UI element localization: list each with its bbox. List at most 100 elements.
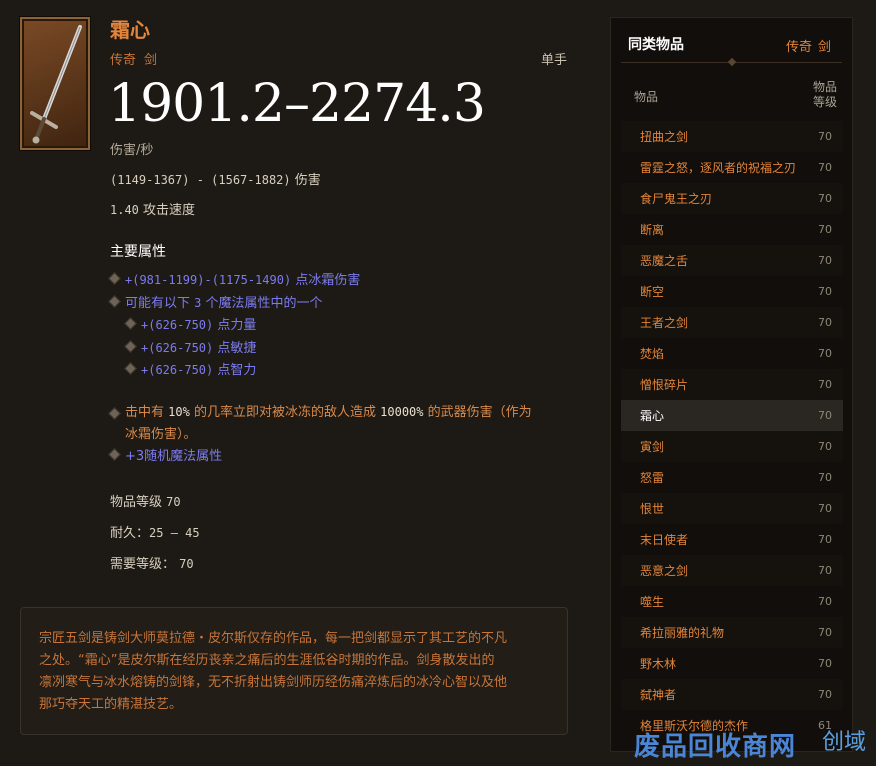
- proc-damage: 10000%: [380, 405, 424, 419]
- dps-value: 1901.2–2274.3: [108, 74, 486, 134]
- list-item-level: 70: [818, 347, 832, 360]
- required-level-value: 70: [179, 557, 194, 571]
- list-item[interactable]: 憎恨碎片 70: [621, 369, 843, 400]
- list-item-level: 70: [818, 471, 832, 484]
- list-item-name[interactable]: 霜心: [640, 407, 664, 424]
- str-text: 点力量: [217, 318, 257, 333]
- list-item-level: 70: [818, 223, 832, 236]
- magic-post: 个魔法属性中的一个: [205, 296, 323, 311]
- damage-range: (1149-1367) - (1567-1882) 伤害: [110, 169, 321, 188]
- list-item-name[interactable]: 怒雷: [640, 469, 664, 486]
- item-name: 霜心: [110, 18, 150, 42]
- list-item-name[interactable]: 雷霆之怒，逐风者的祝福之刃: [640, 159, 796, 176]
- magic-count: 3: [194, 296, 202, 310]
- list-item[interactable]: 雷霆之怒，逐风者的祝福之刃 70: [621, 152, 843, 183]
- list-item[interactable]: 末日使者 70: [621, 524, 843, 555]
- dps-label: 伤害/秒: [110, 143, 154, 158]
- column-header-level: 物品等级: [812, 80, 837, 109]
- list-item-name[interactable]: 末日使者: [640, 531, 688, 548]
- category-rarity: 传奇: [785, 40, 812, 55]
- list-item-name[interactable]: 恨世: [640, 500, 664, 517]
- list-item-name[interactable]: 断空: [640, 283, 664, 300]
- list-item[interactable]: 弑神者 70: [621, 679, 843, 710]
- int-text: 点智力: [217, 363, 257, 378]
- required-level: 需要等级： 70: [110, 553, 194, 572]
- similar-items-title: 同类物品: [628, 37, 684, 53]
- list-item-selected[interactable]: 霜心 70: [621, 400, 843, 431]
- list-item[interactable]: 断离 70: [621, 214, 843, 245]
- bullet-icon: [124, 317, 137, 330]
- item-icon: [20, 17, 90, 150]
- list-item-level: 70: [818, 502, 832, 515]
- sword-icon: [30, 25, 82, 144]
- list-item-level: 70: [818, 688, 832, 701]
- required-level-label: 需要等级：: [110, 557, 176, 572]
- list-item-level: 70: [818, 564, 832, 577]
- list-item-name[interactable]: 王者之剑: [640, 314, 688, 331]
- proc-text-1: 击中有: [125, 405, 165, 420]
- flavor-line: 之处。“霜心”是皮尔斯在经历丧亲之痛后的生涯低谷时期的作品。剑身散发出的: [39, 653, 495, 668]
- list-item[interactable]: 焚焰 70: [621, 338, 843, 369]
- list-item[interactable]: 野木林 70: [621, 648, 843, 679]
- proc-text-4: 冰霜伤害）。: [125, 427, 197, 442]
- list-item-name[interactable]: 恶意之剑: [640, 562, 688, 579]
- list-item[interactable]: 怒雷 70: [621, 462, 843, 493]
- list-item-level: 70: [818, 192, 832, 205]
- flavor-line: 那巧夺天工的精湛技艺。: [39, 697, 183, 712]
- list-item[interactable]: 扭曲之剑 70: [621, 121, 843, 152]
- similar-items-panel: 同类物品 传奇剑 物品 物品等级 扭曲之剑 70 雷霆之怒，逐风者的祝福之刃 70 …: [610, 17, 853, 752]
- attack-speed: 1.40 攻击速度: [110, 199, 195, 218]
- category-type: 剑: [817, 40, 831, 55]
- prop-random-magic: +3随机魔法属性: [108, 445, 222, 464]
- list-item[interactable]: 希拉丽雅的礼物 70: [621, 617, 843, 648]
- list-item-name[interactable]: 希拉丽雅的礼物: [640, 624, 724, 641]
- list-item-name[interactable]: 焚焰: [640, 345, 664, 362]
- durability-label: 耐久：: [110, 526, 150, 541]
- item-level: 物品等级 70: [110, 491, 181, 510]
- list-item[interactable]: 恶意之剑 70: [621, 555, 843, 586]
- list-item-level: 70: [818, 161, 832, 174]
- list-item-name[interactable]: 恶魔之舌: [640, 252, 688, 269]
- damage-range-value: (1149-1367) - (1567-1882): [110, 173, 291, 187]
- attack-speed-value: 1.40: [110, 203, 139, 217]
- list-item-level: 70: [818, 130, 832, 143]
- list-item-name[interactable]: 弑神者: [640, 686, 676, 703]
- list-item-level: 70: [818, 595, 832, 608]
- list-item-level: 70: [818, 533, 832, 546]
- flavor-line: 宗匠五剑是铸剑大师莫拉德・皮尔斯仅存的作品，每一把剑都显示了其工艺的不凡: [39, 631, 508, 646]
- prop-dexterity: +(626-750) 点敏捷: [124, 337, 256, 356]
- list-item-level: 70: [818, 254, 832, 267]
- proc-text-3: 的武器伤害（作为: [427, 405, 532, 420]
- list-item-name[interactable]: 野木林: [640, 655, 676, 672]
- list-item[interactable]: 噬生 70: [621, 586, 843, 617]
- proc-text-2: 的几率立即对被冰冻的敌人造成: [193, 405, 376, 420]
- list-item-name[interactable]: 扭曲之剑: [640, 128, 688, 145]
- list-item-level: 70: [818, 440, 832, 453]
- proc-pct: 10%: [168, 405, 190, 419]
- list-item-level: 70: [818, 626, 832, 639]
- list-item[interactable]: 寅剑 70: [621, 431, 843, 462]
- list-item[interactable]: 恨世 70: [621, 493, 843, 524]
- similar-items-category[interactable]: 传奇剑: [786, 36, 831, 55]
- bullet-icon: [124, 362, 137, 375]
- prop-legendary-proc: 击中有 10% 的几率立即对被冰冻的敌人造成 10000% 的武器伤害（作为 冰…: [108, 401, 580, 446]
- list-item-name[interactable]: 憎恨碎片: [640, 376, 688, 393]
- list-item[interactable]: 断空 70: [621, 276, 843, 307]
- list-item-name[interactable]: 噬生: [640, 593, 664, 610]
- list-item[interactable]: 食尸鬼王之刃 70: [621, 183, 843, 214]
- list-item[interactable]: 恶魔之舌 70: [621, 245, 843, 276]
- list-item-level: 70: [818, 409, 832, 422]
- attack-speed-label: 攻击速度: [143, 203, 196, 218]
- watermark-extra: 创域: [822, 730, 867, 755]
- list-item-name[interactable]: 断离: [640, 221, 664, 238]
- damage-suffix: 伤害: [294, 173, 321, 188]
- item-level-value: 70: [166, 495, 181, 509]
- bullet-icon: [108, 272, 121, 285]
- item-hand: 单手: [541, 53, 568, 68]
- list-item-name[interactable]: 寅剑: [640, 438, 664, 455]
- bullet-icon: [108, 448, 121, 461]
- list-item-name[interactable]: 食尸鬼王之刃: [640, 190, 712, 207]
- list-item[interactable]: 王者之剑 70: [621, 307, 843, 338]
- dex-value: +(626-750): [141, 341, 214, 355]
- durability-value: 25 – 45: [149, 526, 200, 540]
